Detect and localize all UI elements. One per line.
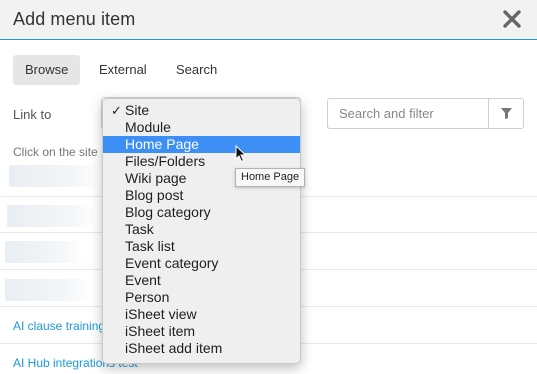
menu-option-home-page[interactable]: Home Page — [103, 136, 300, 153]
menu-option-site[interactable]: ✓ Site — [103, 102, 300, 119]
loading-placeholder — [7, 205, 97, 227]
loading-placeholder — [5, 279, 92, 301]
tab-search[interactable]: Search — [176, 55, 217, 85]
menu-option-blog-post[interactable]: Blog post — [103, 187, 300, 204]
link-type-dropdown-menu: ✓ Site Module Home Page Files/Folders Wik… — [102, 98, 301, 364]
checkmark-icon: ✓ — [111, 103, 122, 118]
browse-hint: Click on the site — [13, 145, 98, 159]
menu-option-task[interactable]: Task — [103, 221, 300, 238]
menu-option-event[interactable]: Event — [103, 272, 300, 289]
option-tooltip: Home Page — [235, 168, 306, 187]
dialog-title: Add menu item — [13, 9, 136, 29]
add-menu-item-dialog: Add menu item Browse External Search Lin… — [0, 0, 537, 374]
mouse-pointer-icon — [235, 144, 247, 168]
menu-option-module[interactable]: Module — [103, 119, 300, 136]
menu-option-blog-category[interactable]: Blog category — [103, 204, 300, 221]
menu-option-person[interactable]: Person — [103, 289, 300, 306]
close-icon[interactable] — [501, 8, 523, 30]
funnel-icon — [501, 108, 512, 119]
site-link[interactable]: AI clause training — [13, 319, 105, 333]
menu-option-isheet-item[interactable]: iSheet item — [103, 323, 300, 340]
menu-option-isheet-add-item[interactable]: iSheet add item — [103, 340, 300, 357]
menu-option-isheet-view[interactable]: iSheet view — [103, 306, 300, 323]
link-to-label: Link to — [13, 107, 52, 122]
dialog-header: Add menu item — [0, 0, 537, 40]
tab-external[interactable]: External — [99, 55, 147, 85]
tab-browse[interactable]: Browse — [13, 55, 80, 85]
loading-placeholder — [5, 241, 84, 263]
search-filter-input[interactable] — [328, 99, 489, 128]
search-filter — [327, 98, 524, 129]
filter-button[interactable] — [488, 99, 523, 128]
menu-option-event-category[interactable]: Event category — [103, 255, 300, 272]
loading-placeholder — [9, 165, 101, 187]
menu-option-task-list[interactable]: Task list — [103, 238, 300, 255]
